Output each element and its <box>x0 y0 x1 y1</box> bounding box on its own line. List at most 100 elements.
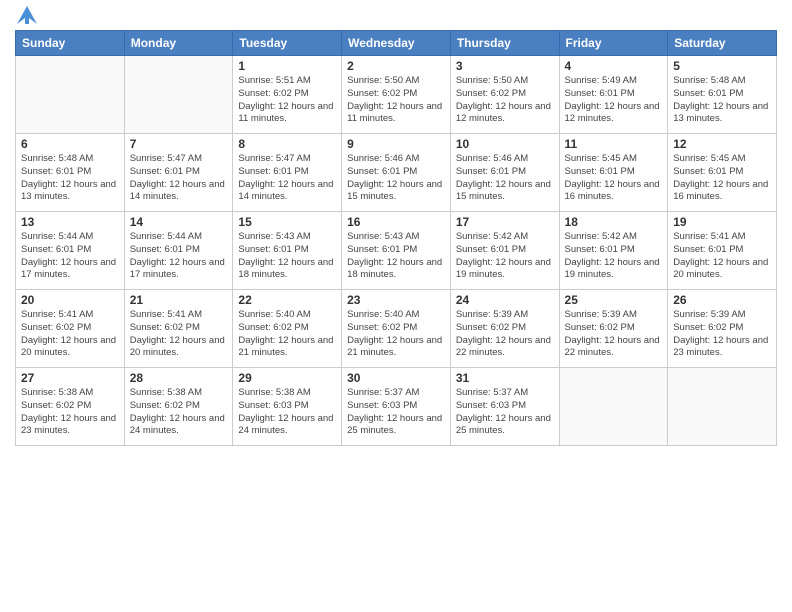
day-info: Sunrise: 5:50 AMSunset: 6:02 PMDaylight:… <box>456 75 554 126</box>
day-info: Sunrise: 5:40 AMSunset: 6:02 PMDaylight:… <box>238 309 336 360</box>
day-number: 31 <box>456 371 554 385</box>
day-number: 27 <box>21 371 119 385</box>
day-number: 17 <box>456 215 554 229</box>
calendar-header-monday: Monday <box>124 31 233 56</box>
calendar-cell <box>16 56 125 134</box>
day-number: 28 <box>130 371 228 385</box>
calendar-header-thursday: Thursday <box>450 31 559 56</box>
calendar-week-4: 20 Sunrise: 5:41 AMSunset: 6:02 PMDayligh… <box>16 290 777 368</box>
calendar-week-1: 1 Sunrise: 5:51 AMSunset: 6:02 PMDaylight… <box>16 56 777 134</box>
calendar-header-saturday: Saturday <box>668 31 777 56</box>
header <box>15 10 777 24</box>
day-number: 23 <box>347 293 445 307</box>
calendar-cell: 22 Sunrise: 5:40 AMSunset: 6:02 PMDayligh… <box>233 290 342 368</box>
calendar-cell: 20Sunrise: 5:41 AMSunset: 6:02 PMDayligh… <box>16 290 125 368</box>
calendar-header-tuesday: Tuesday <box>233 31 342 56</box>
page: SundayMondayTuesdayWednesdayThursdayFrid… <box>0 0 792 456</box>
day-info: Sunrise: 5:49 AMSunset: 6:01 PMDaylight:… <box>565 75 663 126</box>
calendar-cell: 24 Sunrise: 5:39 AMSunset: 6:02 PMDayligh… <box>450 290 559 368</box>
calendar-cell: 29 Sunrise: 5:38 AMSunset: 6:03 PMDayligh… <box>233 368 342 446</box>
day-number: 9 <box>347 137 445 151</box>
calendar-cell: 11 Sunrise: 5:45 AMSunset: 6:01 PMDayligh… <box>559 134 668 212</box>
logo <box>15 10 37 24</box>
calendar-week-2: 6 Sunrise: 5:48 AMSunset: 6:01 PMDaylight… <box>16 134 777 212</box>
day-info: Sunrise: 5:42 AMSunset: 6:01 PMDaylight:… <box>456 231 554 282</box>
day-number: 10 <box>456 137 554 151</box>
calendar-header-row: SundayMondayTuesdayWednesdayThursdayFrid… <box>16 31 777 56</box>
day-number: 11 <box>565 137 663 151</box>
day-number: 8 <box>238 137 336 151</box>
calendar-cell: 7Sunrise: 5:47 AMSunset: 6:01 PMDaylight… <box>124 134 233 212</box>
day-info: Sunrise: 5:46 AMSunset: 6:01 PMDaylight:… <box>347 153 445 204</box>
day-info: Sunrise: 5:50 AMSunset: 6:02 PMDaylight:… <box>347 75 445 126</box>
calendar-cell: 3 Sunrise: 5:50 AMSunset: 6:02 PMDaylight… <box>450 56 559 134</box>
calendar-cell: 8Sunrise: 5:47 AMSunset: 6:01 PMDaylight… <box>233 134 342 212</box>
calendar-cell: 25Sunrise: 5:39 AMSunset: 6:02 PMDayligh… <box>559 290 668 368</box>
day-info: Sunrise: 5:51 AMSunset: 6:02 PMDaylight:… <box>238 75 336 126</box>
calendar-cell: 23 Sunrise: 5:40 AMSunset: 6:02 PMDayligh… <box>342 290 451 368</box>
day-number: 15 <box>238 215 336 229</box>
calendar-cell: 15 Sunrise: 5:43 AMSunset: 6:01 PMDayligh… <box>233 212 342 290</box>
calendar-cell: 30 Sunrise: 5:37 AMSunset: 6:03 PMDayligh… <box>342 368 451 446</box>
calendar-cell: 18Sunrise: 5:42 AMSunset: 6:01 PMDayligh… <box>559 212 668 290</box>
calendar-cell: 17 Sunrise: 5:42 AMSunset: 6:01 PMDayligh… <box>450 212 559 290</box>
day-number: 19 <box>673 215 771 229</box>
day-number: 25 <box>565 293 663 307</box>
calendar-cell: 5 Sunrise: 5:48 AMSunset: 6:01 PMDaylight… <box>668 56 777 134</box>
calendar-cell: 4 Sunrise: 5:49 AMSunset: 6:01 PMDaylight… <box>559 56 668 134</box>
day-number: 6 <box>21 137 119 151</box>
day-number: 5 <box>673 59 771 73</box>
calendar-cell: 14Sunrise: 5:44 AMSunset: 6:01 PMDayligh… <box>124 212 233 290</box>
calendar-cell <box>559 368 668 446</box>
day-number: 24 <box>456 293 554 307</box>
day-info: Sunrise: 5:44 AMSunset: 6:01 PMDaylight:… <box>21 231 119 282</box>
calendar-cell: 27 Sunrise: 5:38 AMSunset: 6:02 PMDayligh… <box>16 368 125 446</box>
day-info: Sunrise: 5:48 AMSunset: 6:01 PMDaylight:… <box>673 75 771 126</box>
day-number: 3 <box>456 59 554 73</box>
day-info: Sunrise: 5:38 AMSunset: 6:02 PMDaylight:… <box>21 387 119 438</box>
calendar-header-friday: Friday <box>559 31 668 56</box>
calendar-week-3: 13 Sunrise: 5:44 AMSunset: 6:01 PMDayligh… <box>16 212 777 290</box>
day-info: Sunrise: 5:38 AMSunset: 6:03 PMDaylight:… <box>238 387 336 438</box>
day-info: Sunrise: 5:37 AMSunset: 6:03 PMDaylight:… <box>456 387 554 438</box>
calendar-cell: 9 Sunrise: 5:46 AMSunset: 6:01 PMDaylight… <box>342 134 451 212</box>
calendar-cell: 26Sunrise: 5:39 AMSunset: 6:02 PMDayligh… <box>668 290 777 368</box>
calendar-cell: 16Sunrise: 5:43 AMSunset: 6:01 PMDayligh… <box>342 212 451 290</box>
day-number: 2 <box>347 59 445 73</box>
day-number: 22 <box>238 293 336 307</box>
calendar-cell: 19 Sunrise: 5:41 AMSunset: 6:01 PMDayligh… <box>668 212 777 290</box>
day-number: 30 <box>347 371 445 385</box>
calendar-cell: 6 Sunrise: 5:48 AMSunset: 6:01 PMDaylight… <box>16 134 125 212</box>
calendar-cell: 2 Sunrise: 5:50 AMSunset: 6:02 PMDaylight… <box>342 56 451 134</box>
day-info: Sunrise: 5:41 AMSunset: 6:02 PMDaylight:… <box>130 309 228 360</box>
calendar-cell <box>124 56 233 134</box>
day-info: Sunrise: 5:48 AMSunset: 6:01 PMDaylight:… <box>21 153 119 204</box>
day-number: 12 <box>673 137 771 151</box>
day-info: Sunrise: 5:37 AMSunset: 6:03 PMDaylight:… <box>347 387 445 438</box>
day-info: Sunrise: 5:39 AMSunset: 6:02 PMDaylight:… <box>456 309 554 360</box>
day-number: 21 <box>130 293 228 307</box>
day-number: 14 <box>130 215 228 229</box>
calendar-header-sunday: Sunday <box>16 31 125 56</box>
calendar-cell: 12 Sunrise: 5:45 AMSunset: 6:01 PMDayligh… <box>668 134 777 212</box>
calendar-cell: 13 Sunrise: 5:44 AMSunset: 6:01 PMDayligh… <box>16 212 125 290</box>
day-info: Sunrise: 5:47 AMSunset: 6:01 PMDaylight:… <box>130 153 228 204</box>
day-number: 1 <box>238 59 336 73</box>
calendar-table: SundayMondayTuesdayWednesdayThursdayFrid… <box>15 30 777 446</box>
calendar-cell: 10Sunrise: 5:46 AMSunset: 6:01 PMDayligh… <box>450 134 559 212</box>
day-number: 4 <box>565 59 663 73</box>
day-info: Sunrise: 5:38 AMSunset: 6:02 PMDaylight:… <box>130 387 228 438</box>
day-info: Sunrise: 5:45 AMSunset: 6:01 PMDaylight:… <box>673 153 771 204</box>
day-info: Sunrise: 5:45 AMSunset: 6:01 PMDaylight:… <box>565 153 663 204</box>
calendar-week-5: 27 Sunrise: 5:38 AMSunset: 6:02 PMDayligh… <box>16 368 777 446</box>
day-info: Sunrise: 5:40 AMSunset: 6:02 PMDaylight:… <box>347 309 445 360</box>
day-number: 26 <box>673 293 771 307</box>
day-info: Sunrise: 5:41 AMSunset: 6:01 PMDaylight:… <box>673 231 771 282</box>
day-number: 29 <box>238 371 336 385</box>
calendar-cell: 28 Sunrise: 5:38 AMSunset: 6:02 PMDayligh… <box>124 368 233 446</box>
calendar-cell <box>668 368 777 446</box>
day-info: Sunrise: 5:43 AMSunset: 6:01 PMDaylight:… <box>238 231 336 282</box>
day-number: 13 <box>21 215 119 229</box>
calendar-cell: 21 Sunrise: 5:41 AMSunset: 6:02 PMDayligh… <box>124 290 233 368</box>
day-number: 20 <box>21 293 119 307</box>
